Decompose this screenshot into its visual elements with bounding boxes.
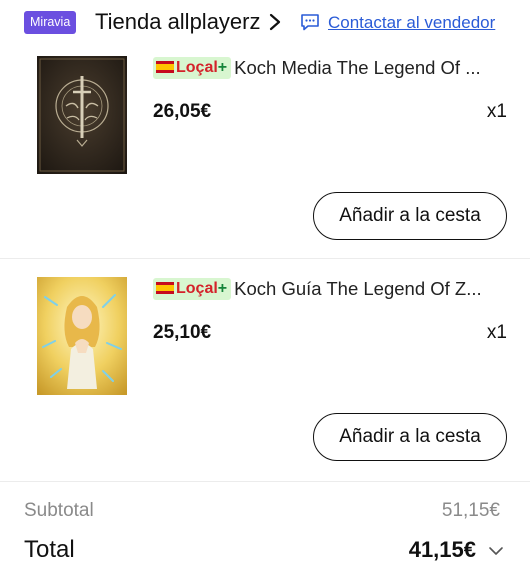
spain-flag-icon bbox=[156, 282, 174, 294]
add-to-cart-button[interactable]: Añadir a la cesta bbox=[313, 192, 507, 240]
divider bbox=[0, 481, 530, 482]
product-title-row[interactable]: Loçal+ Koch Media The Legend Of ... bbox=[153, 57, 513, 83]
local-tag-text: Loçal bbox=[176, 59, 218, 76]
subtotal-value: 51,15€ bbox=[441, 500, 500, 521]
chat-icon[interactable] bbox=[300, 13, 320, 31]
product-image[interactable] bbox=[37, 277, 127, 395]
cart-item: Loçal+ Koch Guía The Legend Of Z... 25,1… bbox=[0, 275, 530, 475]
spain-flag-icon bbox=[156, 61, 174, 73]
total-label: Total bbox=[24, 536, 75, 563]
product-title-row[interactable]: Loçal+ Koch Guía The Legend Of Z... bbox=[153, 278, 513, 304]
add-to-cart-button[interactable]: Añadir a la cesta bbox=[313, 413, 507, 461]
local-tag-plus: + bbox=[217, 59, 228, 76]
product-title[interactable]: Koch Guía The Legend Of Z... bbox=[234, 278, 482, 300]
store-header: Miravia Tienda allplayerz Contactar al v… bbox=[0, 0, 530, 44]
product-image[interactable] bbox=[37, 56, 127, 174]
local-tag-plus: + bbox=[217, 280, 228, 297]
chevron-right-icon[interactable] bbox=[268, 12, 282, 32]
local-tag: Loçal+ bbox=[153, 278, 232, 300]
contact-seller-link[interactable]: Contactar al vendedor bbox=[328, 11, 495, 35]
product-price: 26,05€ bbox=[153, 101, 212, 122]
product-price: 25,10€ bbox=[153, 322, 212, 343]
local-tag: Loçal+ bbox=[153, 57, 232, 79]
local-tag-text: Loçal bbox=[176, 280, 218, 297]
subtotal-label: Subtotal bbox=[24, 500, 94, 521]
cart-item: Loçal+ Koch Media The Legend Of ... 26,0… bbox=[0, 54, 530, 254]
total-value[interactable]: 41,15€ bbox=[409, 537, 476, 563]
store-name-link[interactable]: Tienda allplayerz bbox=[95, 8, 261, 36]
divider bbox=[0, 258, 530, 259]
chevron-down-icon[interactable] bbox=[488, 545, 504, 557]
product-title[interactable]: Koch Media The Legend Of ... bbox=[234, 57, 480, 79]
miravia-badge: Miravia bbox=[24, 11, 77, 34]
product-quantity[interactable]: x1 bbox=[487, 101, 507, 123]
product-quantity[interactable]: x1 bbox=[487, 322, 507, 344]
